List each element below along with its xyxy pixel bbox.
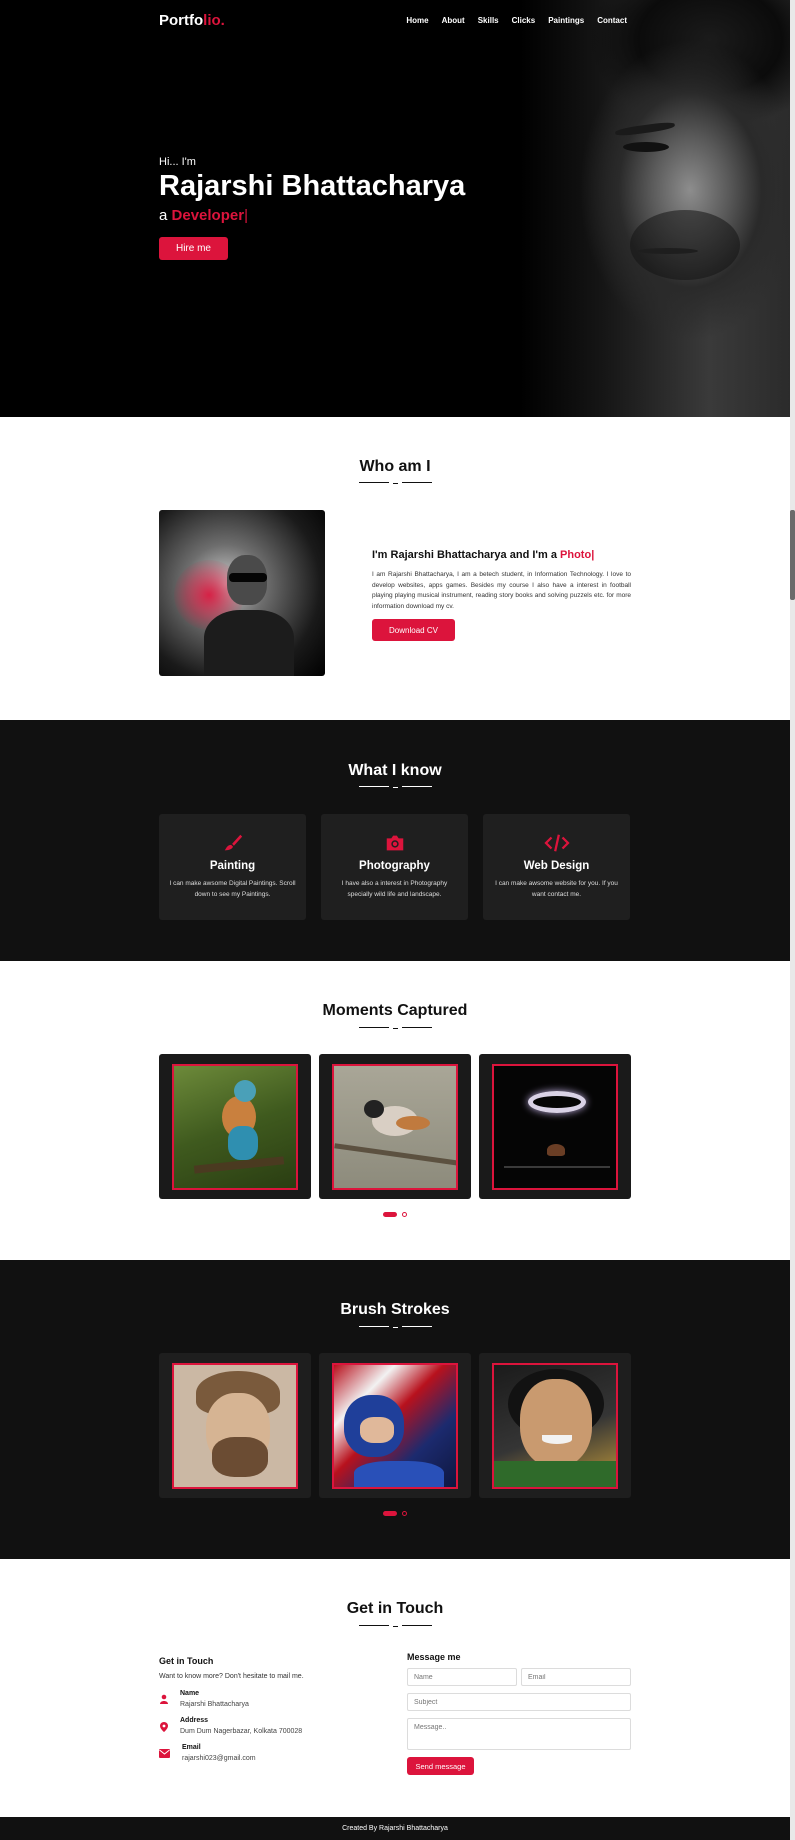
scrollbar-thumb[interactable] [790,510,795,600]
paintings-carousel-dots[interactable] [383,1511,413,1517]
message-textarea[interactable] [407,1718,631,1750]
message-form-title: Message me [407,1652,461,1662]
user-icon [159,1694,169,1704]
nav-clicks[interactable]: Clicks [512,16,536,25]
portfolio-page: Portfolio. Home About Skills Clicks Pain… [0,0,795,1840]
nav-about[interactable]: About [442,16,465,25]
hero-role: a Developer| [159,207,248,224]
send-message-button[interactable]: Send message [407,1757,474,1775]
about-heading-typed: Photo| [560,549,595,561]
moments-carousel-dots[interactable] [383,1212,413,1218]
nav-home[interactable]: Home [406,16,428,25]
contact-name-label: Name [180,1690,200,1697]
hero-name: Rajarshi Bhattacharya [159,170,466,202]
skills-title: What I know [348,762,442,779]
skill-card-painting: Painting I can make awsome Digital Paint… [159,814,306,920]
hire-me-button[interactable]: Hire me [159,237,228,260]
hero-role-typed: Developer [171,207,245,224]
small-bird-on-branch-photo [332,1064,458,1190]
contact-left-subtitle: Want to know more? Don't hesitate to mai… [159,1673,304,1680]
ring-of-light-photo [492,1064,618,1190]
nav-contact[interactable]: Contact [597,16,627,25]
contact-left-title: Get in Touch [159,1656,214,1666]
page-scrollbar[interactable] [790,0,795,1840]
email-input[interactable] [521,1668,631,1686]
code-icon [483,832,630,852]
moment-card-1[interactable] [159,1054,311,1199]
subject-input[interactable] [407,1693,631,1711]
paintbrush-icon [159,832,306,852]
moment-card-2[interactable] [319,1054,471,1199]
site-logo[interactable]: Portfolio. [159,12,225,29]
camera-icon [321,832,468,852]
contact-name-value: Rajarshi Bhattacharya [180,1701,249,1708]
contact-address-label: Address [180,1717,209,1724]
name-input[interactable] [407,1668,517,1686]
hero-section: Portfolio. Home About Skills Clicks Pain… [0,0,790,417]
moment-card-3[interactable] [479,1054,631,1199]
hero-greeting: Hi... I'm [159,156,196,168]
title-underline [359,1027,432,1030]
hero-portrait-image [520,0,790,417]
nav-skills[interactable]: Skills [478,16,499,25]
typing-cursor: | [244,207,248,224]
contact-email-value: rajarshi023@gmail.com [182,1755,256,1762]
title-underline [359,786,432,789]
painting-card-2[interactable] [319,1353,471,1498]
skill-card-web-design: Web Design I can make awsome website for… [483,814,630,920]
skill-card-photography: Photography I have also a interest in Ph… [321,814,468,920]
about-profile-photo [159,510,325,676]
map-marker-icon [159,1722,169,1732]
download-cv-button[interactable]: Download CV [372,619,455,641]
brush-title: Brush Strokes [340,1301,450,1318]
title-underline [359,1326,432,1329]
about-description: I am Rajarshi Bhattacharya, I am a betec… [372,571,631,610]
painting-card-1[interactable] [159,1353,311,1498]
contact-title: Get in Touch [346,1600,444,1617]
about-title: Who am I [359,458,431,475]
captain-america-painting [332,1363,458,1489]
nav-paintings[interactable]: Paintings [548,16,584,25]
title-underline [359,482,432,485]
title-underline [359,1625,432,1628]
bearded-man-portrait-painting [172,1363,298,1489]
smiling-woman-portrait-painting [492,1363,618,1489]
main-nav: Home About Skills Clicks Paintings Conta… [406,16,627,25]
about-heading: I'm Rajarshi Bhattacharya and I'm a Phot… [372,549,595,561]
contact-email-label: Email [182,1744,201,1751]
moments-title: Moments Captured [322,1002,468,1019]
contact-address-value: Dum Dum Nagerbazar, Kolkata 700028 [180,1728,303,1735]
painting-card-3[interactable] [479,1353,631,1498]
footer: Created By Rajarshi Bhattacharya [0,1817,790,1840]
envelope-icon [159,1749,170,1759]
kingfisher-bird-photo [172,1064,298,1190]
